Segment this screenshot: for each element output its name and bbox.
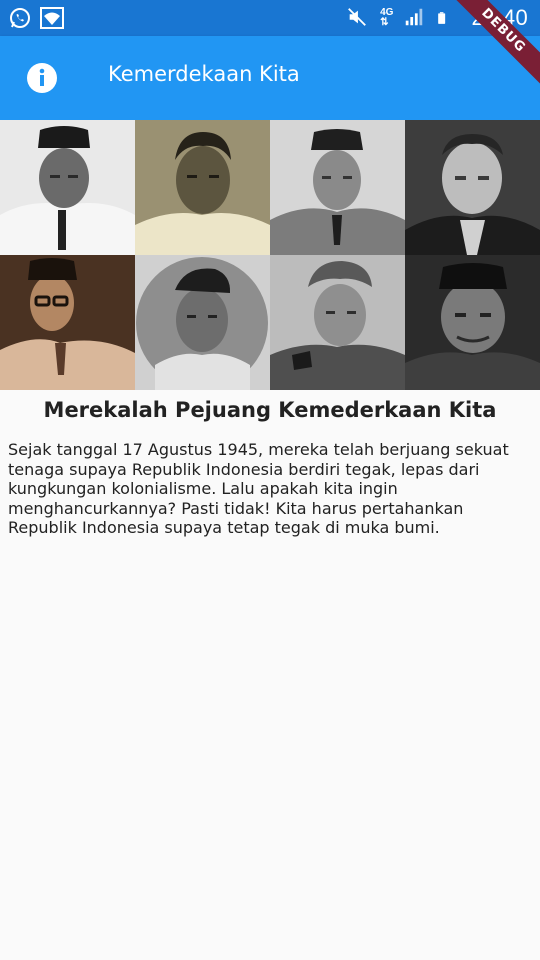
portrait-1 bbox=[0, 120, 135, 255]
network-4g-icon: 4G ⇅ bbox=[380, 7, 394, 28]
signal-icon bbox=[403, 6, 427, 30]
portrait-2 bbox=[135, 120, 270, 255]
portrait-3 bbox=[270, 120, 405, 255]
app-bar: Kemerdekaan Kita bbox=[0, 36, 540, 120]
mute-icon bbox=[346, 6, 370, 30]
photo-grid bbox=[0, 120, 540, 390]
portrait-7 bbox=[270, 255, 405, 390]
battery-icon bbox=[437, 6, 461, 30]
wifi-icon bbox=[40, 6, 64, 30]
network-label: 4G bbox=[380, 7, 394, 18]
info-button[interactable] bbox=[18, 54, 66, 102]
portrait-4 bbox=[405, 120, 540, 255]
info-icon bbox=[27, 63, 57, 93]
portrait-5 bbox=[0, 255, 135, 390]
portrait-6 bbox=[135, 255, 270, 390]
status-bar: 4G⇅ 21:40 bbox=[0, 0, 540, 36]
app-title: Kemerdekaan Kita bbox=[108, 62, 300, 86]
content-heading: Merekalah Pejuang Kemederkaan Kita bbox=[43, 398, 497, 422]
portrait-8 bbox=[405, 255, 540, 390]
content-paragraph: Sejak tanggal 17 Agustus 1945, mereka te… bbox=[8, 440, 509, 538]
whatsapp-icon bbox=[8, 6, 32, 30]
